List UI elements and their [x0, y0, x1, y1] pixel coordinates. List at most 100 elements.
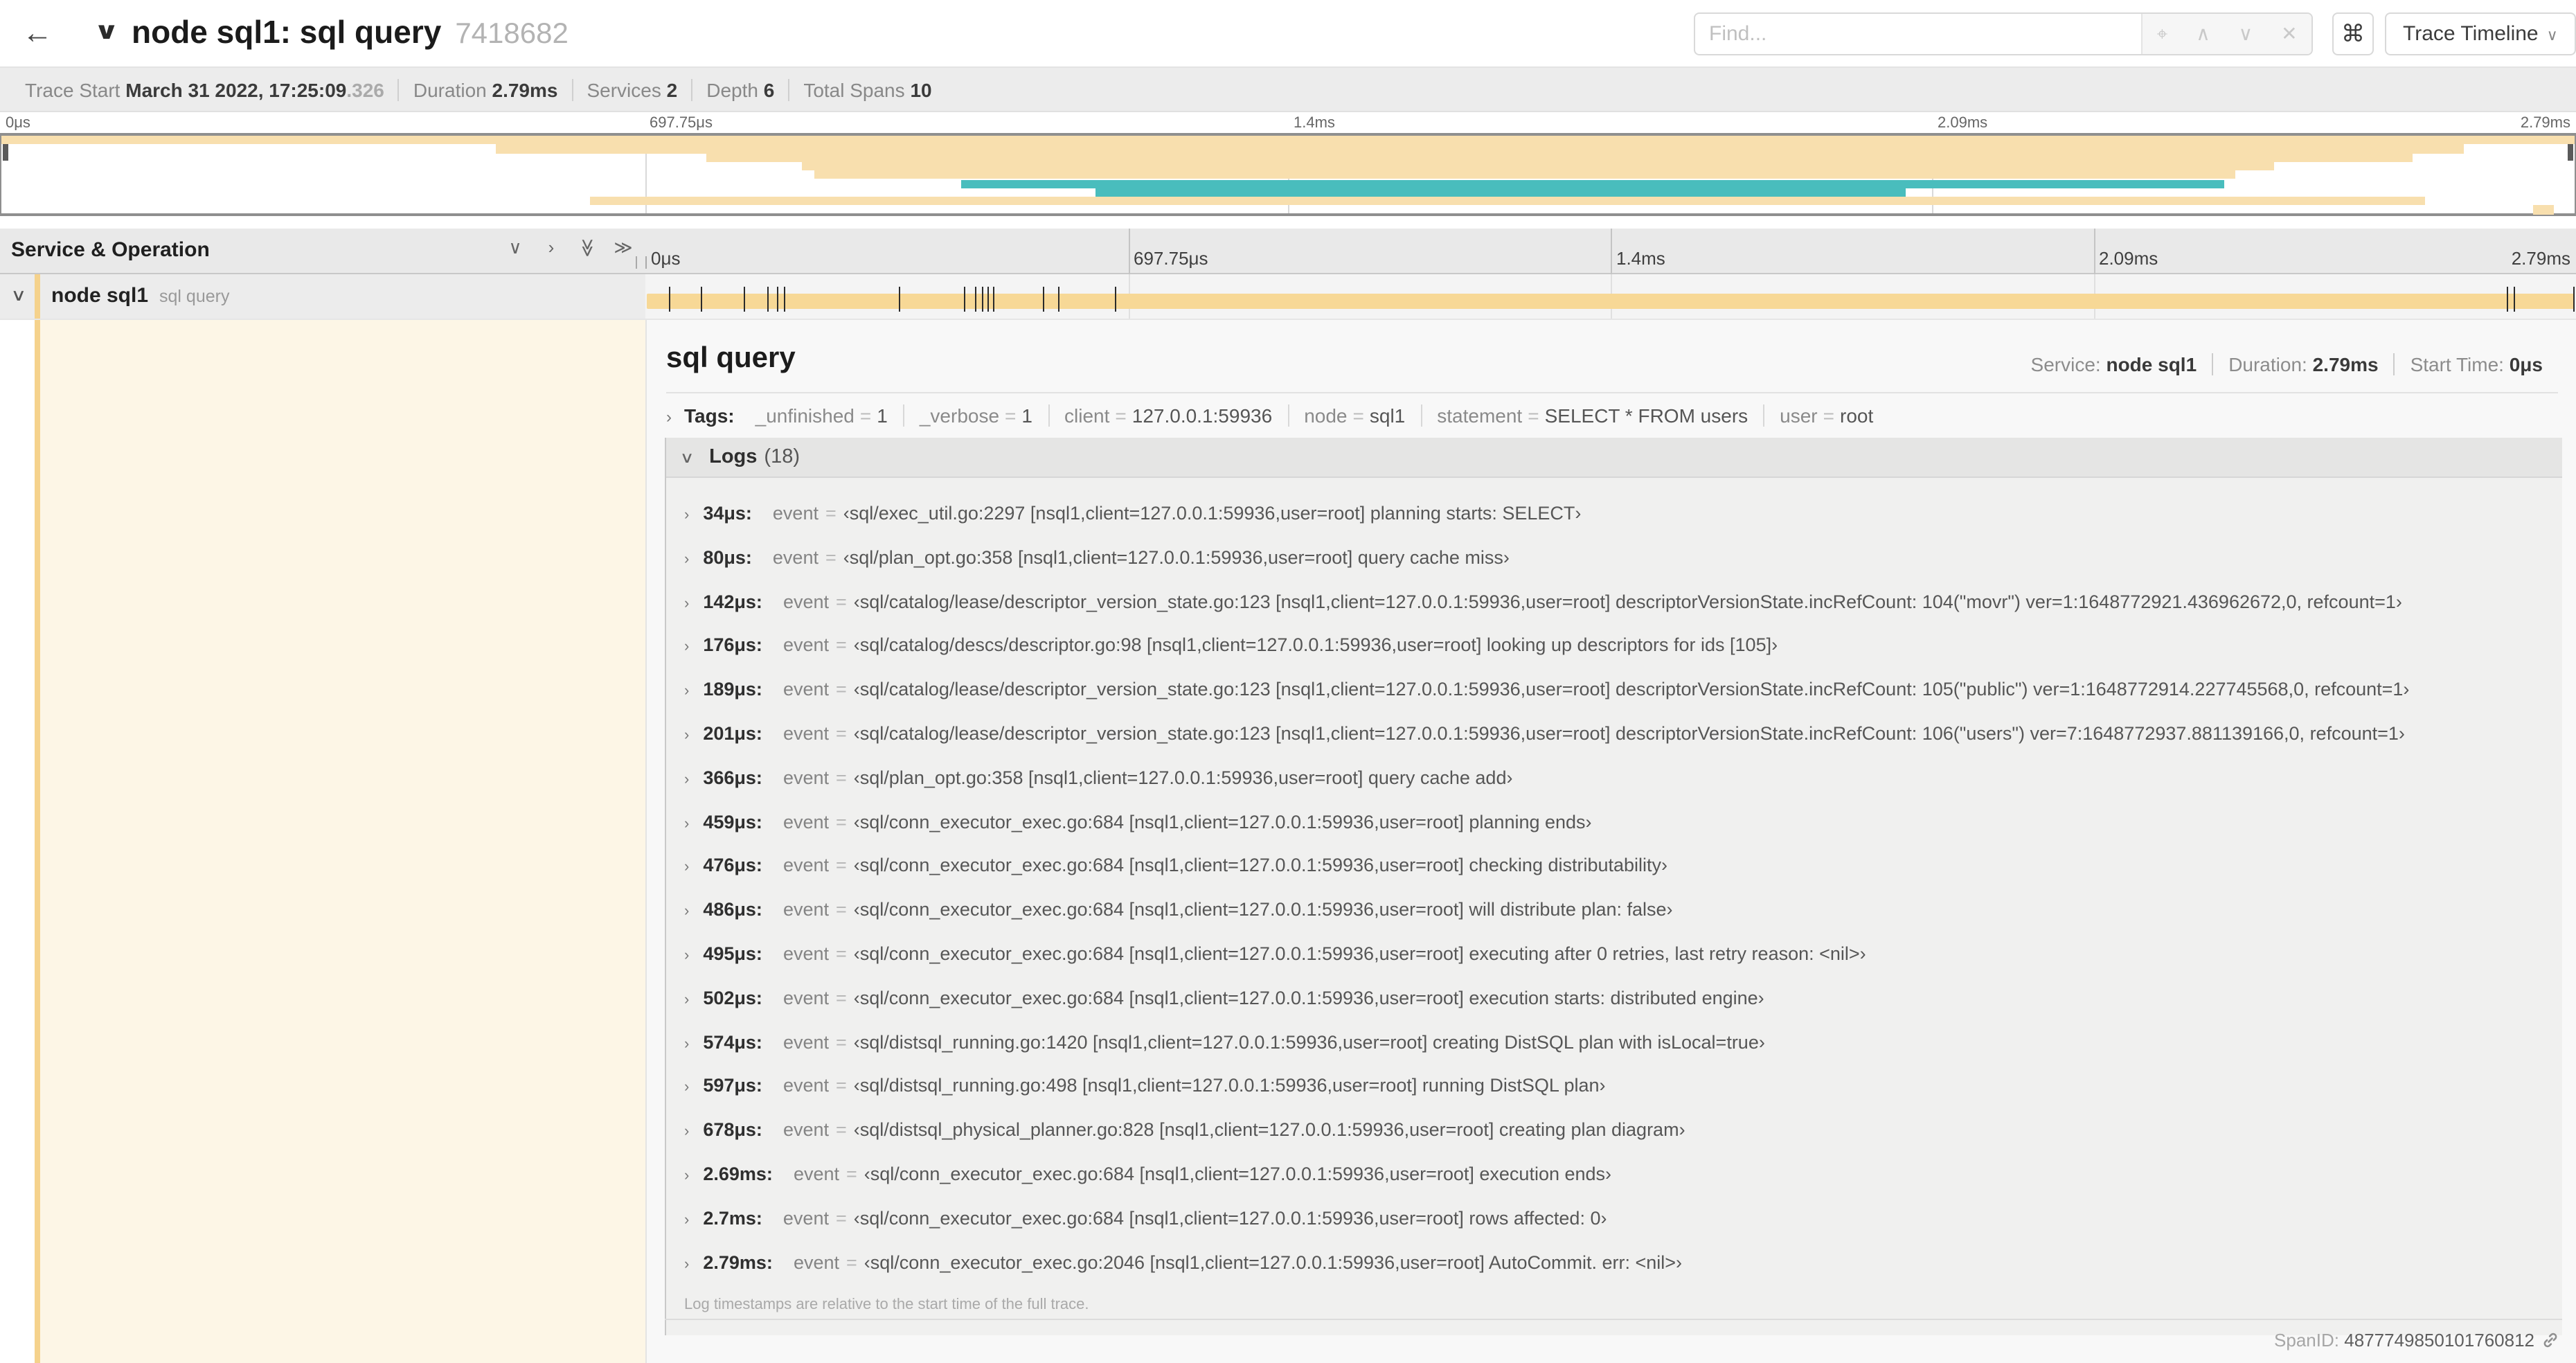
timeline-minimap[interactable]: [0, 133, 2576, 216]
chevron-right-icon: ›: [684, 683, 690, 700]
span-detail-meta: Service: node sql1 Duration: 2.79ms Start …: [2016, 353, 2558, 375]
locate-icon[interactable]: ⌖: [2156, 22, 2167, 46]
service-color-stripe: [35, 274, 40, 319]
page-title: node sql1: sql query 7418682: [132, 14, 569, 51]
log-event-marker: [1043, 287, 1045, 312]
next-match-icon[interactable]: ∨: [2239, 22, 2253, 46]
chevron-down-icon: ∨: [2546, 28, 2558, 44]
expand-one-icon[interactable]: ›: [540, 237, 562, 259]
ruler-gridline: [1611, 229, 1612, 274]
minimap-tick-label: 2.79ms: [2520, 115, 2570, 132]
trace-summary-bar: Trace Start March 31 2022, 17:25:09.326 D…: [0, 68, 2576, 112]
collapse-controls: ∨ › ≫ ≫: [504, 237, 634, 259]
log-event-marker: [2506, 287, 2508, 312]
log-row[interactable]: › 366μs: event = ‹sql/plan_opt.go:358 [nsql1…: [666, 756, 2562, 801]
log-row[interactable]: › 459μs: event = ‹sql/conn_executor_exec.go:…: [666, 800, 2562, 844]
link-icon[interactable]: [2541, 1331, 2559, 1353]
chevron-right-icon: ›: [684, 1123, 690, 1141]
service-label: node sql1: [51, 284, 149, 308]
chevron-right-icon: ›: [684, 507, 690, 524]
span-detail-panel: sql query Service: node sql1 Duration: 2.…: [645, 320, 2576, 1363]
prev-match-icon[interactable]: ∧: [2196, 22, 2210, 46]
clear-icon[interactable]: ✕: [2281, 22, 2297, 46]
trace-timeline-page: ← ∨ node sql1: sql query 7418682 ⌖ ∧ ∨ ✕ ⌘ T…: [0, 0, 2576, 1363]
logs-label: Logs: [709, 446, 758, 468]
minimap-span: [961, 179, 2225, 188]
log-row[interactable]: › 495μs: event = ‹sql/conn_executor_exec.go:…: [666, 932, 2562, 977]
tag-item: user = root: [1763, 404, 1888, 427]
collapse-all-icon[interactable]: ≫: [576, 237, 598, 259]
log-row[interactable]: › 142μs: event = ‹sql/catalog/lease/descript…: [666, 580, 2562, 624]
summary-item: Total Spans 10: [788, 78, 945, 100]
minimap-tick-label: 697.75μs: [650, 115, 713, 132]
minimap-tick-labels: 0μs 697.75μs 1.4ms 2.09ms 2.79ms: [0, 115, 2576, 132]
log-event-marker: [668, 287, 670, 312]
trace-view-selector[interactable]: Trace Timeline ∨: [2385, 12, 2576, 55]
expand-all-icon[interactable]: ≫: [612, 237, 634, 259]
span-detail-title: sql query: [666, 342, 796, 374]
log-row[interactable]: › 574μs: event = ‹sql/distsql_running.go:142…: [666, 1020, 2562, 1064]
service-operation-header: Service & Operation: [11, 238, 210, 262]
log-event-marker: [2514, 287, 2516, 312]
log-row[interactable]: › 486μs: event = ‹sql/conn_executor_exec.go:…: [666, 888, 2562, 932]
detail-meta-item: Service: node sql1: [2030, 353, 2197, 375]
log-row[interactable]: › 678μs: event = ‹sql/distsql_physical_plann…: [666, 1108, 2562, 1152]
log-event-marker: [784, 287, 786, 312]
log-row[interactable]: › 176μs: event = ‹sql/catalog/descs/descript…: [666, 624, 2562, 668]
trace-id: 7418682: [455, 18, 569, 50]
span-name-cell[interactable]: ∨ node sql1 sql query: [0, 274, 645, 319]
ruler-tick-label: 2.79ms: [2511, 248, 2570, 269]
span-id-label: SpanID:: [2274, 1330, 2339, 1351]
minimap-span: [814, 170, 2235, 179]
find-input[interactable]: [1695, 14, 2141, 54]
span-id-value: 4877749850101760812: [2344, 1330, 2534, 1351]
log-row[interactable]: › 502μs: event = ‹sql/conn_executor_exec.go:…: [666, 977, 2562, 1021]
chevron-down-icon: ∨: [679, 450, 695, 467]
back-button[interactable]: ←: [17, 15, 58, 54]
tags-label: Tags:: [684, 404, 735, 427]
minimap-span: [590, 197, 2426, 206]
minimap-span: [495, 144, 2465, 154]
log-event-marker: [776, 287, 778, 312]
log-row[interactable]: › 201μs: event = ‹sql/catalog/lease/descript…: [666, 712, 2562, 756]
span-bar-cell[interactable]: [645, 274, 2576, 319]
chevron-right-icon: ›: [684, 551, 690, 568]
span-row-node-sql1[interactable]: ∨ node sql1 sql query: [0, 274, 2576, 320]
chevron-right-icon: ›: [684, 859, 690, 876]
span-collapse-chevron-icon[interactable]: ∨: [10, 285, 26, 305]
log-row[interactable]: › 2.79ms: event = ‹sql/conn_executor_exec.go…: [666, 1240, 2562, 1285]
log-row[interactable]: › 189μs: event = ‹sql/catalog/lease/descript…: [666, 668, 2562, 712]
detail-divider: [666, 392, 2558, 393]
summary-item: Trace Start March 31 2022, 17:25:09.326: [25, 78, 384, 100]
minimap-span: [1, 136, 2575, 145]
log-row[interactable]: › 2.69ms: event = ‹sql/conn_executor_exec.go…: [666, 1152, 2562, 1197]
log-row[interactable]: › 80μs: event = ‹sql/plan_opt.go:358 [nsql1,…: [666, 536, 2562, 580]
logs-header[interactable]: ∨ Logs (18): [666, 438, 2562, 478]
chevron-right-icon: ›: [684, 947, 690, 964]
log-event-marker: [767, 287, 769, 312]
chevron-right-icon: ›: [684, 595, 690, 612]
detail-indent-column: [0, 320, 645, 1363]
page-header: ← ∨ node sql1: sql query 7418682 ⌖ ∧ ∨ ✕ ⌘ T…: [0, 0, 2576, 68]
ruler-tick-label: 0μs: [651, 248, 681, 269]
keyboard-shortcuts-button[interactable]: ⌘: [2332, 12, 2374, 55]
logs-footnote: Log timestamps are relative to the start…: [684, 1297, 1089, 1314]
service-color-stripe: [35, 320, 40, 1363]
log-event-marker: [898, 287, 900, 312]
log-row[interactable]: › 476μs: event = ‹sql/conn_executor_exec.go:…: [666, 844, 2562, 889]
log-row[interactable]: › 34μs: event = ‹sql/exec_util.go:2297 [nsql…: [666, 492, 2562, 536]
minimap-span: [801, 161, 2274, 171]
minimap-span: [706, 153, 2413, 162]
trace-collapse-chevron-icon[interactable]: ∨: [93, 18, 119, 46]
log-event-marker: [1114, 287, 1116, 312]
log-row[interactable]: › 597μs: event = ‹sql/distsql_running.go:498…: [666, 1064, 2562, 1109]
detail-bottom-border: [665, 1319, 2562, 1320]
collapse-one-icon[interactable]: ∨: [504, 237, 526, 259]
ruler-gridline: [1128, 229, 1129, 274]
log-row[interactable]: › 2.7ms: event = ‹sql/conn_executor_exec.go:…: [666, 1197, 2562, 1241]
span-duration-bar[interactable]: [646, 294, 2575, 309]
summary-item: Services 2: [571, 78, 691, 100]
tags-section[interactable]: › Tags: _unfinished = 1 _verbose = 1 client = 127.…: [666, 404, 1888, 435]
log-event-marker: [975, 287, 977, 312]
trace-name: node sql1: sql query: [132, 14, 442, 50]
